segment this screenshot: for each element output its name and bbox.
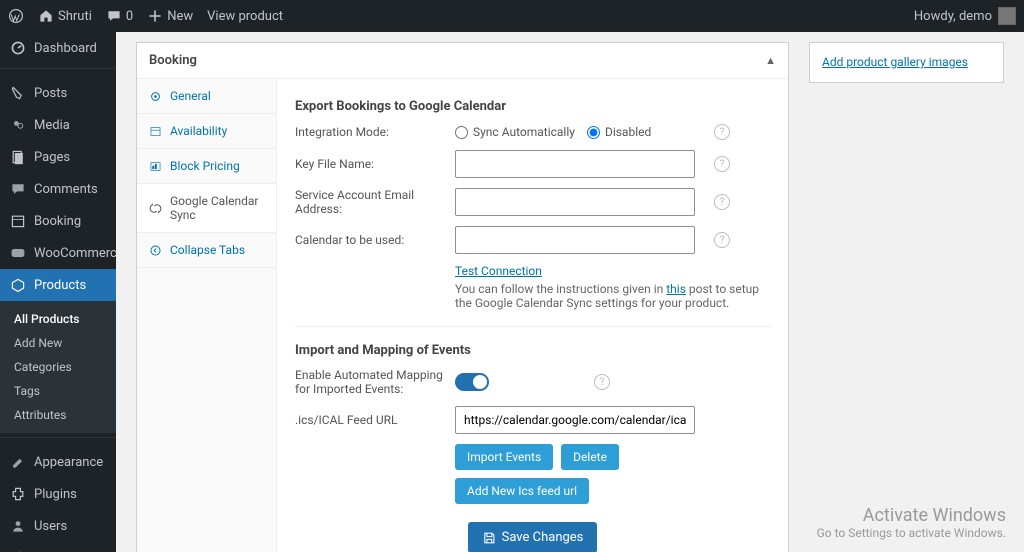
- calendar-used-input[interactable]: [455, 226, 695, 254]
- new-content-button[interactable]: New: [147, 8, 193, 24]
- help-icon[interactable]: ?: [714, 156, 730, 172]
- booking-tabs: General Availability Block Pricing Googl…: [137, 79, 277, 552]
- instructions-link[interactable]: this: [666, 282, 686, 296]
- admin-sidebar: Dashboard Posts Media Pages Comments Boo…: [0, 32, 116, 552]
- tab-block-pricing[interactable]: Block Pricing: [137, 149, 276, 184]
- booking-panel: Booking ▲ General Availability Block Pri…: [136, 42, 789, 552]
- add-ics-url-button[interactable]: Add New Ics feed url: [455, 478, 589, 504]
- enable-mapping-label: Enable Automated Mapping for Imported Ev…: [295, 368, 445, 396]
- menu-comments[interactable]: Comments: [0, 173, 116, 205]
- site-home-link[interactable]: Shruti: [38, 8, 92, 24]
- help-icon[interactable]: ?: [714, 124, 730, 140]
- ics-url-input[interactable]: [455, 406, 695, 434]
- menu-media[interactable]: Media: [0, 109, 116, 141]
- menu-dashboard[interactable]: Dashboard: [0, 32, 116, 64]
- submenu-categories[interactable]: Categories: [0, 355, 116, 379]
- delete-button[interactable]: Delete: [561, 444, 619, 470]
- new-label: New: [167, 9, 193, 24]
- add-gallery-images-link[interactable]: Add product gallery images: [822, 55, 968, 69]
- service-email-label: Service Account Email Address:: [295, 188, 445, 216]
- submenu-tags[interactable]: Tags: [0, 379, 116, 403]
- view-product-link[interactable]: View product: [207, 9, 283, 24]
- tab-general[interactable]: General: [137, 79, 276, 114]
- submenu-attributes[interactable]: Attributes: [0, 403, 116, 427]
- submenu-all-products[interactable]: All Products: [0, 307, 116, 331]
- comments-link[interactable]: 0: [106, 8, 133, 24]
- save-changes-button[interactable]: Save Changes: [468, 522, 598, 552]
- booking-panel-title: Booking: [149, 53, 197, 68]
- tab-collapse[interactable]: Collapse Tabs: [137, 233, 276, 268]
- help-icon[interactable]: ?: [714, 232, 730, 248]
- menu-plugins[interactable]: Plugins: [0, 478, 116, 510]
- calendar-used-label: Calendar to be used:: [295, 233, 445, 247]
- key-file-label: Key File Name:: [295, 157, 445, 171]
- import-section-title: Import and Mapping of Events: [295, 343, 770, 358]
- panel-toggle-icon: ▲: [765, 54, 776, 67]
- booking-panel-header[interactable]: Booking ▲: [137, 43, 788, 79]
- avatar[interactable]: [998, 7, 1016, 25]
- key-file-input[interactable]: [455, 150, 695, 178]
- howdy-label: Howdy, demo: [914, 9, 992, 24]
- menu-products[interactable]: Products: [0, 269, 116, 301]
- menu-tools[interactable]: Tools: [0, 542, 116, 552]
- enable-mapping-toggle[interactable]: [455, 373, 489, 391]
- ics-url-label: .ics/ICAL Feed URL: [295, 413, 445, 427]
- wp-logo[interactable]: [8, 8, 24, 24]
- submenu-add-new[interactable]: Add New: [0, 331, 116, 355]
- service-email-input[interactable]: [455, 188, 695, 216]
- comment-count: 0: [126, 9, 133, 24]
- main-content: Booking ▲ General Availability Block Pri…: [116, 32, 1024, 552]
- tab-availability[interactable]: Availability: [137, 114, 276, 149]
- save-icon: [482, 531, 496, 545]
- help-icon[interactable]: ?: [594, 374, 610, 390]
- menu-pages[interactable]: Pages: [0, 141, 116, 173]
- radio-disabled[interactable]: Disabled: [587, 125, 651, 139]
- site-name-label: Shruti: [58, 9, 92, 24]
- radio-sync-auto[interactable]: Sync Automatically: [455, 125, 575, 139]
- tab-google-calendar-sync[interactable]: Google Calendar Sync: [137, 184, 276, 233]
- export-section-title: Export Bookings to Google Calendar: [295, 99, 770, 114]
- howdy-account-link[interactable]: Howdy, demo: [914, 9, 992, 24]
- menu-booking[interactable]: Booking: [0, 205, 116, 237]
- product-gallery-metabox: Add product gallery images: [809, 42, 1004, 83]
- admin-bar: Shruti 0 New View product Howdy, demo: [0, 0, 1024, 32]
- import-events-button[interactable]: Import Events: [455, 444, 553, 470]
- menu-woocommerce[interactable]: WooCommerce: [0, 237, 116, 269]
- help-icon[interactable]: ?: [714, 194, 730, 210]
- gcal-form: Export Bookings to Google Calendar Integ…: [277, 79, 788, 552]
- menu-appearance[interactable]: Appearance: [0, 446, 116, 478]
- products-submenu: All Products Add New Categories Tags Att…: [0, 301, 116, 433]
- integration-mode-label: Integration Mode:: [295, 125, 445, 139]
- test-connection-link[interactable]: Test Connection: [455, 264, 542, 278]
- instructions-text: You can follow the instructions given in…: [295, 282, 770, 310]
- menu-users[interactable]: Users: [0, 510, 116, 542]
- menu-posts[interactable]: Posts: [0, 77, 116, 109]
